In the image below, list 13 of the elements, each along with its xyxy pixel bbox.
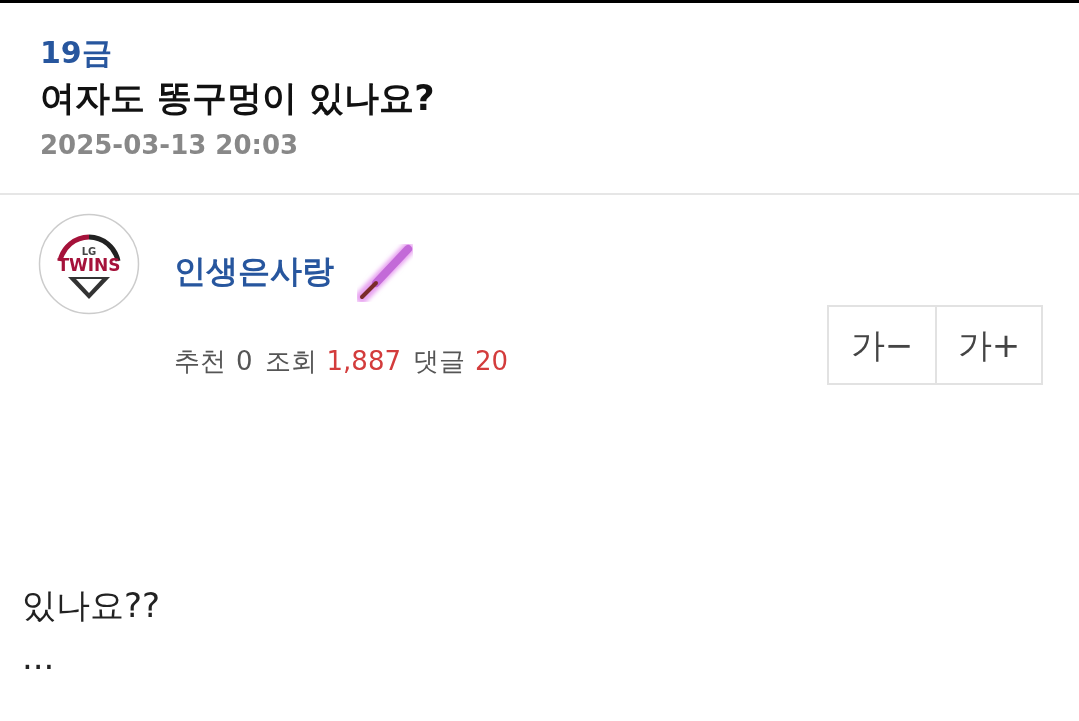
stat-label: 추천	[174, 345, 226, 378]
post-category: 19금	[40, 34, 112, 72]
team-logo-avatar: LG TWINS	[38, 213, 140, 315]
post-title: 여자도 똥구멍이 있나요?	[40, 77, 435, 120]
stat-value: 0	[236, 345, 253, 378]
author-name[interactable]: 인생은사랑	[174, 249, 334, 293]
stat-value: 20	[475, 345, 509, 378]
post-date: 2025-03-13 20:03	[40, 129, 299, 162]
stat-label: 조회	[264, 345, 317, 378]
stat-value: 1,887	[326, 345, 401, 378]
stat-label: 댓글	[413, 345, 465, 378]
body-text: ...	[22, 636, 56, 679]
body-text: 있나요??	[22, 584, 162, 627]
